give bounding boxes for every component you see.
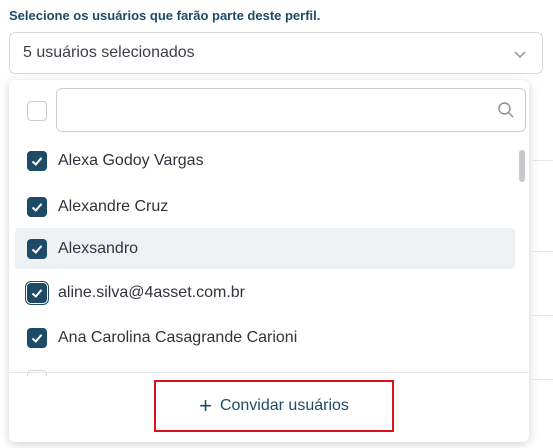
user-name: aline.silva@4asset.com.br [58,283,245,301]
list-item[interactable]: Alexsandro [15,228,515,269]
form-label: Selecione os usuários que farão parte de… [9,8,321,23]
user-name: Alexa Godoy Vargas [58,151,204,169]
background-divider [533,379,553,380]
list-item[interactable]: aline.silva@4asset.com.br [15,272,515,313]
partial-list-item [27,370,47,376]
background-divider [533,315,553,316]
checkbox[interactable] [25,280,49,305]
list-item[interactable]: Alexa Godoy Vargas [15,140,515,181]
list-item[interactable]: Alexandre Cruz [15,186,515,227]
user-name: Alexsandro [58,239,139,257]
check-icon [31,288,43,298]
search-input[interactable] [56,88,526,132]
search-icon [498,102,514,118]
search-row [9,88,529,134]
background-divider [533,160,553,161]
select-value: 5 usuários selecionados [23,44,195,61]
check-icon [31,333,43,343]
plus-icon: + [199,393,212,418]
user-name: Alexandre Cruz [58,197,169,215]
background-divider [533,251,553,252]
checkbox[interactable] [27,327,47,348]
check-icon [31,156,43,166]
select-all-checkbox[interactable] [27,101,47,121]
scrollbar[interactable] [519,150,525,182]
user-name: Ana Carolina Casagrande Carioni [58,328,298,346]
check-icon [31,202,43,212]
checkbox[interactable] [27,150,47,171]
user-list: Alexa Godoy Vargas Alexandre Cruz Alexsa… [9,140,529,372]
checkbox[interactable] [27,238,47,259]
users-dropdown: Alexa Godoy Vargas Alexandre Cruz Alexsa… [9,80,529,442]
chevron-down-icon [514,51,526,59]
invite-users-label: Convidar usuários [219,397,349,414]
list-item[interactable]: Ana Carolina Casagrande Carioni [15,317,515,358]
invite-users-button[interactable]: + Convidar usuários [154,380,394,432]
check-icon [31,244,43,254]
checkbox[interactable] [27,196,47,217]
users-select[interactable]: 5 usuários selecionados [9,32,543,74]
footer-divider [9,372,529,373]
